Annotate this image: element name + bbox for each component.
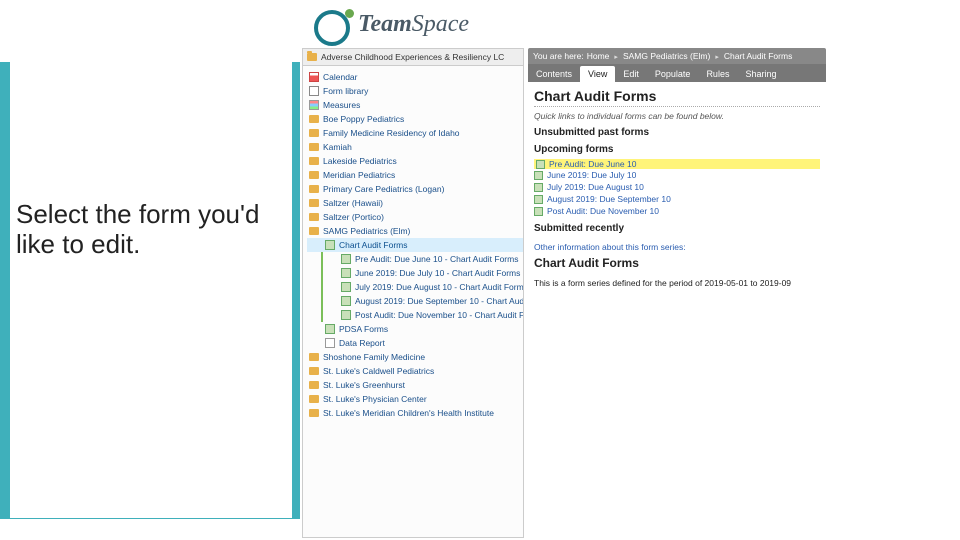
folder-icon bbox=[309, 185, 319, 193]
folder-icon bbox=[309, 409, 319, 417]
form-icon bbox=[534, 183, 543, 192]
tab-populate[interactable]: Populate bbox=[647, 66, 699, 82]
tree-item-folder[interactable]: St. Luke's Caldwell Pediatrics bbox=[307, 364, 523, 378]
nav-header: Adverse Childhood Experiences & Resilien… bbox=[303, 49, 523, 66]
other-info-label: Other information about this form series… bbox=[534, 242, 820, 252]
folder-icon bbox=[309, 213, 319, 221]
tree-item-form-instance[interactable]: Pre Audit: Due June 10 - Chart Audit For… bbox=[323, 252, 523, 266]
form-icon bbox=[341, 296, 351, 306]
tab-contents[interactable]: Contents bbox=[528, 66, 580, 82]
tree-item-calendar[interactable]: Calendar bbox=[307, 70, 523, 84]
breadcrumb-home[interactable]: Home bbox=[587, 51, 610, 61]
calendar-icon bbox=[309, 72, 319, 82]
form-icon bbox=[534, 207, 543, 216]
breadcrumb: You are here: Home SAMG Pediatrics (Elm)… bbox=[528, 48, 826, 64]
form-series-desc: This is a form series defined for the pe… bbox=[534, 278, 820, 288]
tree-item-chart-audit-forms[interactable]: Chart Audit Forms bbox=[307, 238, 523, 252]
page-subtitle: Quick links to individual forms can be f… bbox=[534, 111, 820, 121]
tree-item-form-instance[interactable]: July 2019: Due August 10 - Chart Audit F… bbox=[323, 280, 523, 294]
tab-view[interactable]: View bbox=[580, 66, 615, 82]
folder-icon bbox=[309, 395, 319, 403]
chevron-right-icon bbox=[612, 51, 620, 61]
tree-item-folder[interactable]: Lakeside Pediatrics bbox=[307, 154, 523, 168]
tree-item-folder[interactable]: St. Luke's Physician Center bbox=[307, 392, 523, 406]
form-icon bbox=[536, 160, 545, 169]
nav-header-title: Adverse Childhood Experiences & Resilien… bbox=[321, 52, 504, 62]
folder-icon bbox=[309, 115, 319, 123]
chart-icon bbox=[309, 100, 319, 110]
tree-item-folder[interactable]: Meridian Pediatrics bbox=[307, 168, 523, 182]
logo-mark-icon bbox=[318, 7, 352, 41]
folder-icon bbox=[309, 227, 319, 235]
tab-bar: Contents View Edit Populate Rules Sharin… bbox=[528, 64, 826, 82]
folder-icon bbox=[309, 199, 319, 207]
form-link[interactable]: August 2019: Due September 10 bbox=[534, 193, 820, 205]
tree-item-folder[interactable]: Boe Poppy Pediatrics bbox=[307, 112, 523, 126]
folder-icon bbox=[309, 381, 319, 389]
instruction-text: Select the form you'd like to edit. bbox=[16, 200, 276, 260]
tab-rules[interactable]: Rules bbox=[698, 66, 737, 82]
form-icon bbox=[534, 195, 543, 204]
breadcrumb-prefix: You are here: bbox=[533, 51, 584, 61]
section-unsubmitted: Unsubmitted past forms bbox=[534, 127, 820, 138]
folder-icon bbox=[309, 171, 319, 179]
tree-item-folder[interactable]: Primary Care Pediatrics (Logan) bbox=[307, 182, 523, 196]
form-link-highlighted[interactable]: Pre Audit: Due June 10 bbox=[534, 159, 820, 169]
breadcrumb-parent[interactable]: SAMG Pediatrics (Elm) bbox=[623, 51, 710, 61]
form-icon bbox=[341, 282, 351, 292]
tree-sub-block: Pre Audit: Due June 10 - Chart Audit For… bbox=[321, 252, 523, 322]
logo: TeamSpace bbox=[318, 2, 528, 46]
tree-item-folder[interactable]: St. Luke's Meridian Children's Health In… bbox=[307, 406, 523, 420]
page-title: Chart Audit Forms bbox=[534, 88, 820, 107]
text-panel-bg bbox=[10, 62, 292, 518]
form-link[interactable]: June 2019: Due July 10 bbox=[534, 169, 820, 181]
tree-item-folder[interactable]: Family Medicine Residency of Idaho bbox=[307, 126, 523, 140]
tree-item-folder[interactable]: SAMG Pediatrics (Elm) bbox=[307, 224, 523, 238]
form-series-title: Chart Audit Forms bbox=[534, 256, 820, 270]
document-icon bbox=[309, 86, 319, 96]
form-icon bbox=[534, 171, 543, 180]
content-pane: You are here: Home SAMG Pediatrics (Elm)… bbox=[528, 48, 826, 448]
logo-text: TeamSpace bbox=[358, 11, 469, 38]
form-icon bbox=[341, 310, 351, 320]
form-link[interactable]: July 2019: Due August 10 bbox=[534, 181, 820, 193]
tree-item-data-report[interactable]: Data Report bbox=[307, 336, 523, 350]
folder-icon bbox=[309, 367, 319, 375]
folder-icon bbox=[309, 353, 319, 361]
tab-sharing[interactable]: Sharing bbox=[737, 66, 784, 82]
tree-item-form-instance[interactable]: August 2019: Due September 10 - Chart Au… bbox=[323, 294, 523, 308]
tab-edit[interactable]: Edit bbox=[615, 66, 647, 82]
form-icon bbox=[325, 240, 335, 250]
form-icon bbox=[341, 254, 351, 264]
tree-item-folder[interactable]: Kamiah bbox=[307, 140, 523, 154]
tree-item-measures[interactable]: Measures bbox=[307, 98, 523, 112]
app-screenshot: Adverse Childhood Experiences & Resilien… bbox=[302, 48, 826, 538]
tree-item-folder[interactable]: Saltzer (Hawaii) bbox=[307, 196, 523, 210]
tree-item-folder[interactable]: St. Luke's Greenhurst bbox=[307, 378, 523, 392]
tree-item-form-instance[interactable]: June 2019: Due July 10 - Chart Audit For… bbox=[323, 266, 523, 280]
breadcrumb-current[interactable]: Chart Audit Forms bbox=[724, 51, 793, 61]
form-icon bbox=[325, 324, 335, 334]
nav-tree-pane: Adverse Childhood Experiences & Resilien… bbox=[302, 48, 524, 538]
folder-icon bbox=[307, 53, 317, 61]
form-link[interactable]: Post Audit: Due November 10 bbox=[534, 205, 820, 217]
nav-tree: Calendar Form library Measures Boe Poppy… bbox=[303, 66, 523, 424]
section-submitted: Submitted recently bbox=[534, 223, 820, 234]
section-upcoming: Upcoming forms bbox=[534, 144, 820, 155]
report-icon bbox=[325, 338, 335, 348]
content-body: Chart Audit Forms Quick links to individ… bbox=[528, 82, 826, 294]
tree-item-form-instance[interactable]: Post Audit: Due November 10 - Chart Audi… bbox=[323, 308, 523, 322]
instruction-text-box: Select the form you'd like to edit. bbox=[16, 200, 276, 260]
folder-icon bbox=[309, 143, 319, 151]
tree-item-pdsa-forms[interactable]: PDSA Forms bbox=[307, 322, 523, 336]
chevron-right-icon bbox=[713, 51, 721, 61]
folder-icon bbox=[309, 129, 319, 137]
tree-item-folder[interactable]: Saltzer (Portico) bbox=[307, 210, 523, 224]
folder-icon bbox=[309, 157, 319, 165]
form-icon bbox=[341, 268, 351, 278]
tree-item-folder[interactable]: Shoshone Family Medicine bbox=[307, 350, 523, 364]
tree-item-form-library[interactable]: Form library bbox=[307, 84, 523, 98]
